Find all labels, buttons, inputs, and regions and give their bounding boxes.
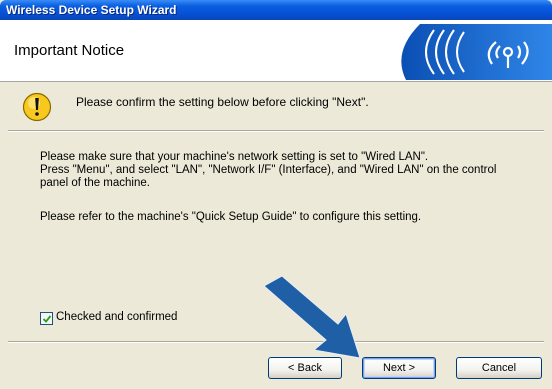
wireless-logo-icon	[401, 24, 552, 80]
divider	[8, 130, 544, 132]
checkmark-icon	[42, 315, 52, 323]
wizard-header: Important Notice	[0, 20, 552, 82]
back-button[interactable]: < Back	[268, 357, 342, 379]
notice-row: Please confirm the setting below before …	[0, 90, 552, 126]
page-heading: Important Notice	[14, 42, 125, 59]
instruction-line-3: panel of the machine.	[40, 177, 150, 189]
title-bar[interactable]: Wireless Device Setup Wizard	[0, 0, 552, 20]
confirm-checkbox-label[interactable]: Checked and confirmed	[56, 311, 177, 323]
window-title: Wireless Device Setup Wizard	[6, 3, 177, 17]
setup-wizard-window: Wireless Device Setup Wizard Important N…	[0, 0, 552, 389]
cancel-button[interactable]: Cancel	[456, 357, 542, 379]
confirm-checkbox[interactable]	[40, 312, 53, 325]
next-button[interactable]: Next >	[362, 357, 436, 379]
notice-text: Please confirm the setting below before …	[76, 95, 369, 109]
warning-icon	[22, 92, 52, 122]
instruction-line-1: Please make sure that your machine's net…	[40, 151, 429, 163]
pointer-arrow-icon	[263, 276, 361, 359]
reference-text: Please refer to the machine's "Quick Set…	[40, 211, 422, 223]
instruction-line-2: Press "Menu", and select "LAN", "Network…	[40, 164, 497, 176]
